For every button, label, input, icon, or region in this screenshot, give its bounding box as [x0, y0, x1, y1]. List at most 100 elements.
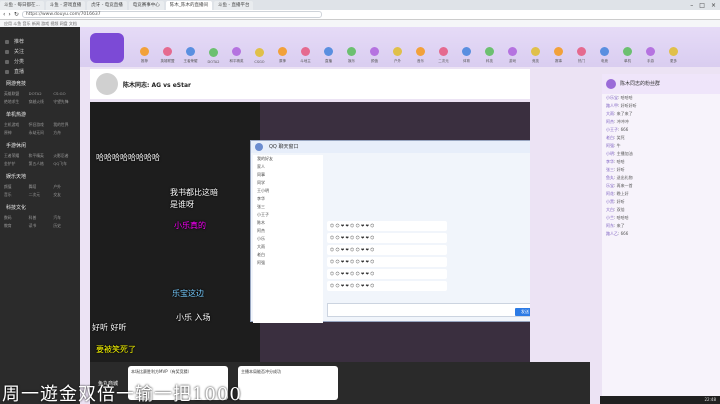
browser-tab[interactable]: 斗鱼 - 每日都在... — [0, 0, 44, 10]
chat-username[interactable]: 乐宝 — [606, 183, 614, 188]
chat-username[interactable]: 阿杰 — [606, 119, 614, 124]
sidebar-category-link[interactable]: 舞蹈 — [29, 184, 52, 190]
sidebar-category-link[interactable]: 历史 — [53, 223, 76, 229]
chat-username[interactable]: 张三 — [606, 167, 614, 172]
sidebar-category-link[interactable]: 户外 — [53, 184, 76, 190]
chat-username[interactable]: 小乐宝 — [606, 95, 618, 100]
browser-tab[interactable]: 斗鱼 - 游戏直播 — [45, 0, 86, 10]
sidebar-category-link[interactable]: 永劫无间 — [29, 130, 52, 136]
nav-category-item[interactable]: 电竞 — [594, 37, 615, 67]
site-logo[interactable] — [90, 33, 124, 63]
sidebar-category-link[interactable]: 主机游戏 — [4, 122, 27, 128]
nav-category-item[interactable]: 颜值 — [364, 37, 385, 67]
nav-category-item[interactable]: 更多 — [663, 37, 684, 67]
sidebar-category-link[interactable]: 绝地求生 — [4, 99, 27, 105]
sidebar-category-link[interactable]: 教育 — [4, 223, 27, 229]
back-icon[interactable]: ‹ — [3, 11, 5, 18]
sidebar-category-link[interactable]: 穿越火线 — [29, 99, 52, 105]
browser-tab-active[interactable]: 陈木_陈木的直播间 — [165, 0, 212, 10]
sidebar-category-link[interactable]: 英雄联盟 — [4, 91, 27, 97]
video-player[interactable]: QQ 聊天窗口 我的好友 家人 同事 同学 王小明 李华 张三 小王子 陈木 阿杰 小乐 大雨 老白 阿强… — [90, 102, 530, 362]
qq-message-input[interactable] — [327, 303, 530, 317]
sidebar-category-link[interactable]: 数码 — [4, 215, 27, 221]
nav-category-item[interactable]: 推荐 — [134, 37, 155, 67]
chat-username[interactable]: 阿东 — [606, 223, 614, 228]
chat-username[interactable]: 阿花 — [606, 191, 614, 196]
nav-category-item[interactable]: 热门 — [571, 37, 592, 67]
sidebar-category-link[interactable]: DOTA2 — [29, 91, 52, 97]
qq-contact-row[interactable]: 老白 — [253, 251, 323, 259]
nav-category-item[interactable]: 二次元 — [433, 37, 454, 67]
nav-category-item[interactable]: 赛事 — [548, 37, 569, 67]
sidebar-category-link[interactable]: 方舟 — [53, 130, 76, 136]
nav-category-item[interactable]: 英雄联盟 — [157, 37, 178, 67]
qq-contact-row[interactable]: 同事 — [253, 171, 323, 179]
sidebar-category-link[interactable]: 我的世界 — [53, 122, 76, 128]
qq-contact-row[interactable]: 大雨 — [253, 243, 323, 251]
prediction-card[interactable]: 主播本局能否冲分成功 — [238, 366, 339, 400]
sidebar-category-link[interactable]: 王者荣耀 — [4, 153, 27, 159]
maximize-icon[interactable]: □ — [699, 2, 705, 9]
sidebar-category-link[interactable]: 金铲铲 — [4, 161, 27, 167]
browser-tab[interactable]: 虎牙 - 电竞直播 — [87, 0, 127, 10]
nav-category-item[interactable]: 竞技 — [525, 37, 546, 67]
nav-category-item[interactable]: 科技 — [479, 37, 500, 67]
qq-contact-row[interactable]: 张三 — [253, 203, 323, 211]
chat-username[interactable]: 老白 — [606, 135, 614, 140]
nav-category-item[interactable]: 和平精英 — [226, 37, 247, 67]
minimize-icon[interactable]: – — [690, 2, 693, 9]
qq-contact-row[interactable]: 阿杰 — [253, 227, 323, 235]
sidebar-category-link[interactable]: 颜值 — [4, 184, 27, 190]
qq-contact-row[interactable]: 王小明 — [253, 187, 323, 195]
sidebar-category-link[interactable]: 原神 — [4, 130, 27, 136]
qq-contact-row[interactable]: 李华 — [253, 195, 323, 203]
qq-contact-row[interactable]: 小乐 — [253, 235, 323, 243]
sidebar-category-link[interactable]: 怀旧游戏 — [29, 122, 52, 128]
sidebar-category-link[interactable]: QQ飞车 — [53, 161, 76, 167]
nav-category-item[interactable]: DOTA2 — [203, 37, 224, 67]
nav-category-item[interactable]: 原神 — [272, 37, 293, 67]
reload-icon[interactable]: ↻ — [14, 11, 19, 18]
qq-contact-row[interactable]: 我的好友 — [253, 155, 323, 163]
sidebar-category-link[interactable]: 火影忍者 — [53, 153, 76, 159]
bookmarks-bar[interactable]: 应用 斗鱼 音乐 新闻 游戏 视频 网盘 文档 — [0, 20, 720, 27]
sidebar-category-link[interactable]: 第五人格 — [29, 161, 52, 167]
nav-category-item[interactable]: 斗地主 — [295, 37, 316, 67]
qq-send-button[interactable]: 发送 — [515, 308, 530, 316]
sidebar-item-live[interactable]: 直播 — [0, 67, 80, 77]
chat-username[interactable]: 大白 — [606, 207, 614, 212]
chat-username[interactable]: 路人甲 — [606, 103, 618, 108]
sidebar-category-link[interactable]: CS:GO — [53, 91, 76, 97]
nav-category-item[interactable]: 单机 — [617, 37, 638, 67]
chat-username[interactable]: 鱼丸 — [606, 175, 614, 180]
nav-category-item[interactable]: 手游 — [640, 37, 661, 67]
sidebar-category-link[interactable]: 交友 — [53, 192, 76, 198]
close-icon[interactable]: × — [711, 2, 716, 9]
chat-username[interactable]: 路人乙 — [606, 231, 618, 236]
sidebar-item-recommend[interactable]: 推荐 — [0, 37, 80, 47]
sidebar-category-link[interactable]: 科普 — [29, 215, 52, 221]
qq-contact-row[interactable]: 阿强 — [253, 259, 323, 267]
streamer-avatar[interactable] — [96, 73, 118, 95]
nav-category-item[interactable]: 体育 — [456, 37, 477, 67]
qq-contact-row[interactable]: 陈木 — [253, 219, 323, 227]
chat-username[interactable]: 阿强 — [606, 143, 614, 148]
sidebar-item-category[interactable]: 分类 — [0, 57, 80, 67]
sidebar-item-follow[interactable]: 关注 — [0, 47, 80, 57]
chat-username[interactable]: 小兰 — [606, 215, 614, 220]
qq-contact-row[interactable]: 同学 — [253, 179, 323, 187]
sidebar-category-link[interactable]: 音乐 — [4, 192, 27, 198]
sidebar-category-link[interactable]: 读书 — [29, 223, 52, 229]
chat-username[interactable]: 李华 — [606, 159, 614, 164]
sidebar-category-link[interactable]: 汽车 — [53, 215, 76, 221]
browser-tab[interactable]: 电竞赛事中心 — [128, 0, 164, 10]
nav-category-item[interactable]: 游戏 — [502, 37, 523, 67]
browser-tab[interactable]: 斗鱼 - 直播平台 — [214, 0, 254, 10]
qq-contact-row[interactable]: 家人 — [253, 163, 323, 171]
chat-username[interactable]: 小王子 — [606, 127, 618, 132]
chat-username[interactable]: 小明 — [606, 151, 614, 156]
sidebar-category-link[interactable]: 二次元 — [29, 192, 52, 198]
nav-category-item[interactable]: 户外 — [387, 37, 408, 67]
nav-category-item[interactable]: 王者荣耀 — [180, 37, 201, 67]
nav-category-item[interactable]: CSGO — [249, 37, 270, 67]
